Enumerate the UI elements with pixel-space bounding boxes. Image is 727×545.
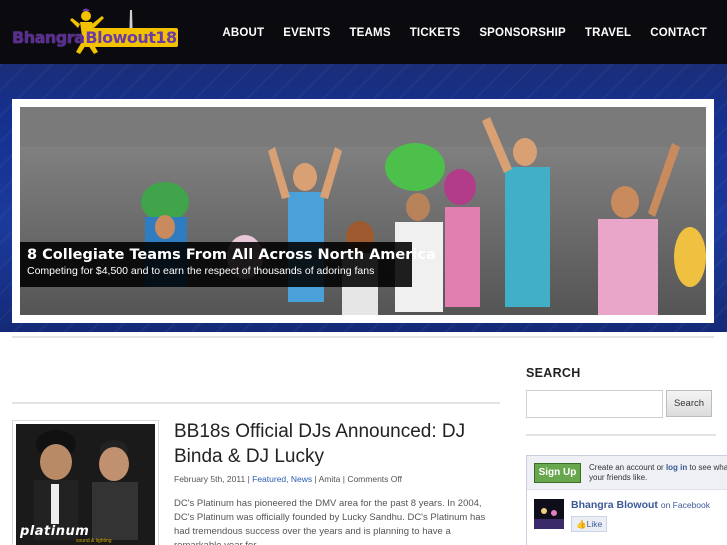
logo-wordmark: BhangraBlowout18 <box>12 28 178 47</box>
nav-teams[interactable]: TEAMS <box>349 27 390 39</box>
post-meta: February 5th, 2011 | Featured, News | Am… <box>174 474 402 484</box>
search-input[interactable] <box>526 390 663 418</box>
facebook-page-title[interactable]: Bhangra Blowout <box>571 499 658 511</box>
nav-events[interactable]: EVENTS <box>283 27 330 39</box>
thumbs-up-icon: 👍 <box>576 519 587 529</box>
nav-travel[interactable]: TRAVEL <box>585 27 631 39</box>
post-category-featured[interactable]: Featured <box>252 474 286 484</box>
platinum-tagline: sound & lighting <box>76 538 112 544</box>
logo-word-blowout: Blowout18 <box>84 28 178 47</box>
facebook-signup-prompt: Create an account or log in to see what … <box>589 463 727 483</box>
nav-about[interactable]: ABOUT <box>222 27 264 39</box>
facebook-signup-bar: Sign Up Create an account or log in to s… <box>527 456 727 490</box>
site-header: BhangraBlowout18 ABOUT EVENTS TEAMS TICK… <box>0 0 727 64</box>
content-divider <box>12 402 500 404</box>
logo-word-bhangra: Bhangra <box>12 28 85 47</box>
facebook-login-link[interactable]: log in <box>666 463 687 472</box>
nav-tickets[interactable]: TICKETS <box>410 27 461 39</box>
post-author: Amita <box>318 474 341 484</box>
facebook-like-button[interactable]: 👍Like <box>571 516 607 532</box>
facebook-page-avatar[interactable] <box>534 499 564 529</box>
stage-photo-icon <box>534 499 564 529</box>
sidebar-divider <box>526 434 716 436</box>
facebook-signup-button[interactable]: Sign Up <box>534 463 581 483</box>
facebook-on-label: on Facebook <box>660 500 710 510</box>
post-category-news[interactable]: News <box>291 474 312 484</box>
facebook-prompt-before: Create an account or <box>589 463 666 472</box>
facebook-like-box: Sign Up Create an account or log in to s… <box>526 455 727 545</box>
page: BhangraBlowout18 ABOUT EVENTS TEAMS TICK… <box>0 0 727 545</box>
slider-caption: 8 Collegiate Teams From All Across North… <box>20 242 436 287</box>
nav-contact[interactable]: CONTACT <box>650 27 707 39</box>
site-logo[interactable]: BhangraBlowout18 <box>12 4 178 60</box>
post-thumbnail[interactable]: platinum sound & lighting <box>12 420 159 545</box>
post-thumbnail-image: platinum sound & lighting <box>16 424 155 545</box>
main-nav: ABOUT EVENTS TEAMS TICKETS SPONSORSHIP T… <box>203 27 707 39</box>
section-divider <box>12 336 714 338</box>
post-title[interactable]: BB18s Official DJs Announced: DJ Binda &… <box>174 419 494 469</box>
facebook-like-label: Like <box>586 519 603 529</box>
post-date: February 5th, 2011 <box>174 474 246 484</box>
slider-caption-subtitle: Competing for $4,500 and to earn the res… <box>27 265 375 277</box>
post-comments: Comments Off <box>347 474 402 484</box>
post-excerpt: DC's Platinum has pioneered the DMV area… <box>174 498 486 545</box>
platinum-logo: platinum <box>20 524 90 539</box>
search-button[interactable]: Search <box>666 390 712 417</box>
sidebar-search-title: SEARCH <box>526 366 581 380</box>
slider-caption-title: 8 Collegiate Teams From All Across North… <box>27 247 436 263</box>
facebook-page-name[interactable]: Bhangra Blowout on Facebook <box>571 499 710 511</box>
nav-sponsorship[interactable]: SPONSORSHIP <box>479 27 566 39</box>
